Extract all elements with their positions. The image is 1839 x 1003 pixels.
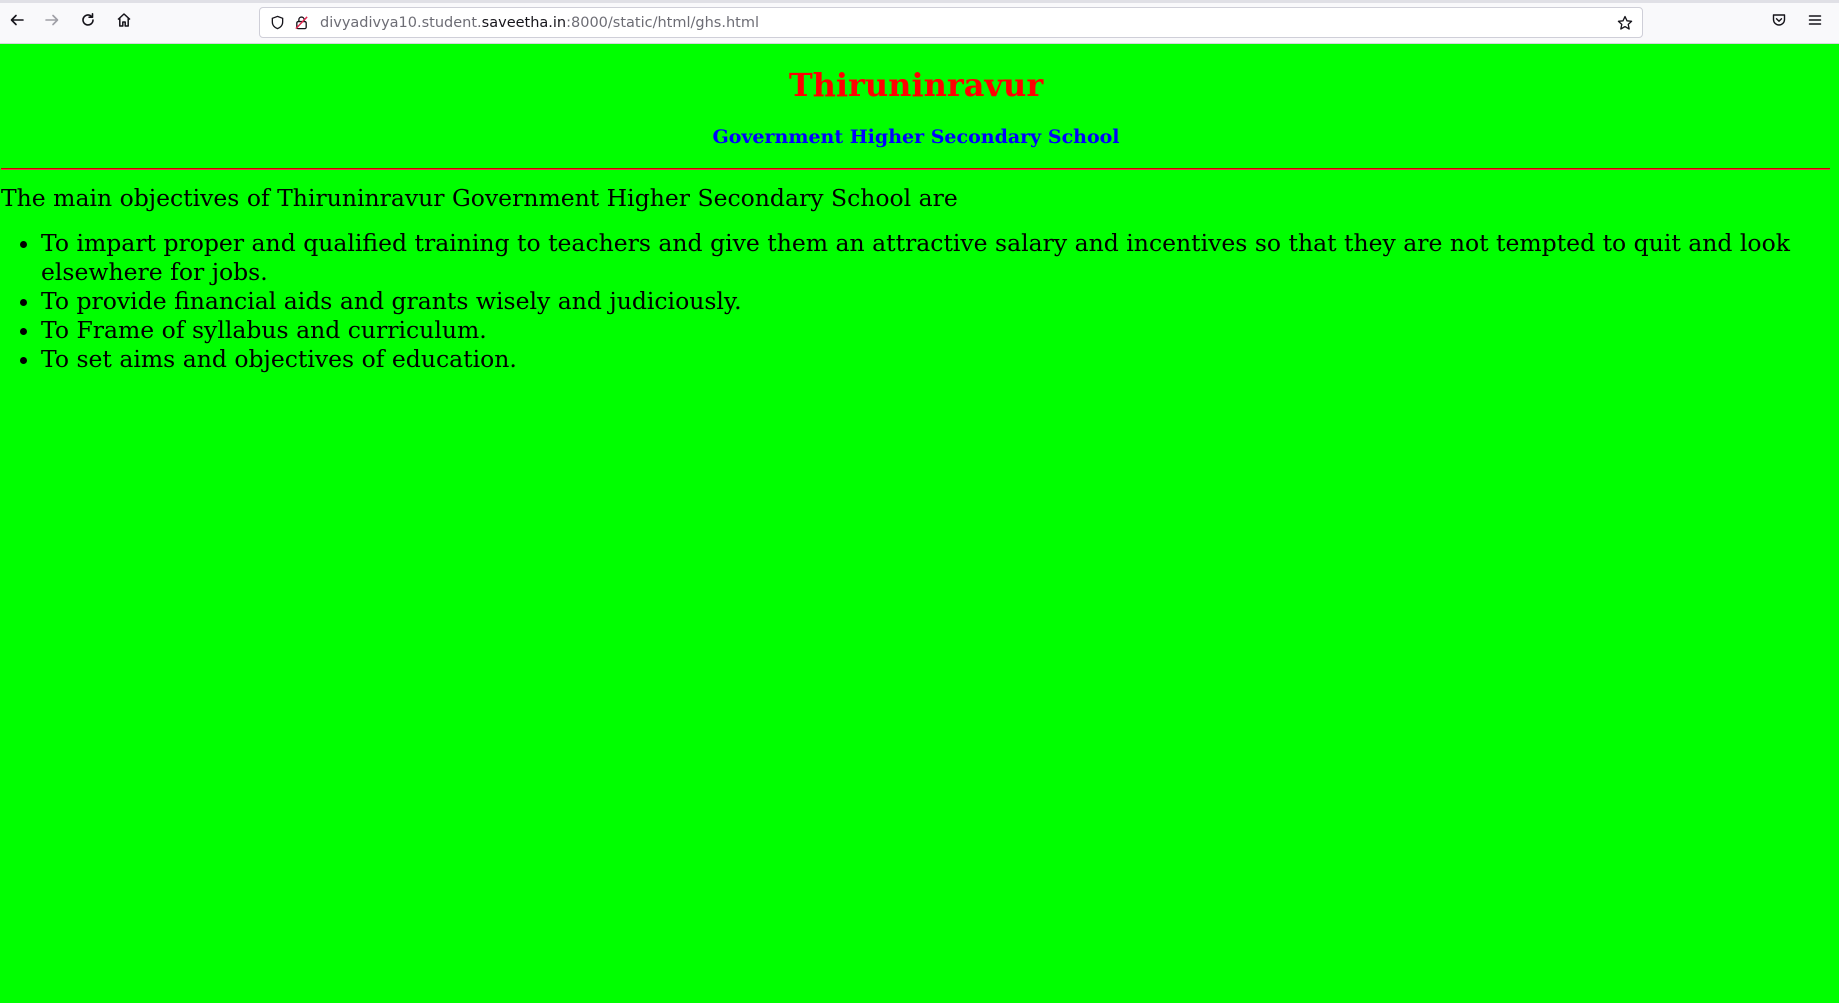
tab-strip-edge [0, 0, 1839, 3]
page-content: Thiruninravur Government Higher Secondar… [0, 44, 1839, 1003]
bookmark-star-icon[interactable] [1615, 13, 1635, 33]
page-subtitle: Government Higher Secondary School [712, 126, 1120, 148]
pocket-button[interactable] [1768, 11, 1790, 33]
reload-button[interactable] [77, 11, 99, 33]
objectives-list: To impart proper and qualified training … [0, 229, 1832, 374]
back-button[interactable] [6, 11, 28, 33]
browser-toolbar: divyadivya10.student.saveetha.in:8000/st… [0, 0, 1839, 44]
menu-button[interactable] [1804, 11, 1826, 33]
url-prefix: divyadivya10.student. [320, 14, 482, 31]
url-domain: saveetha.in [481, 14, 567, 31]
url-suffix: :8000/static/html/ghs.html [566, 14, 759, 31]
address-bar[interactable]: divyadivya10.student.saveetha.in:8000/st… [259, 7, 1643, 38]
tracking-shield-icon[interactable] [268, 14, 286, 32]
home-icon [116, 12, 132, 32]
url-text[interactable]: divyadivya10.student.saveetha.in:8000/st… [320, 15, 759, 31]
arrow-left-icon [9, 12, 25, 32]
intro-text: The main objectives of Thiruninravur Gov… [1, 184, 958, 212]
list-item: To Frame of syllabus and curriculum. [41, 316, 1832, 345]
pocket-icon [1771, 12, 1787, 32]
list-item: To impart proper and qualified training … [41, 229, 1832, 287]
insecure-lock-icon[interactable] [292, 14, 310, 32]
home-button[interactable] [113, 11, 135, 33]
arrow-right-icon [44, 12, 60, 32]
reload-icon [80, 12, 96, 32]
forward-button[interactable] [41, 11, 63, 33]
horizontal-rule [1, 168, 1830, 170]
page-title: Thiruninravur [788, 66, 1044, 104]
hamburger-menu-icon [1807, 12, 1823, 32]
list-item: To set aims and objectives of education. [41, 345, 1832, 374]
list-item: To provide financial aids and grants wis… [41, 287, 1832, 316]
